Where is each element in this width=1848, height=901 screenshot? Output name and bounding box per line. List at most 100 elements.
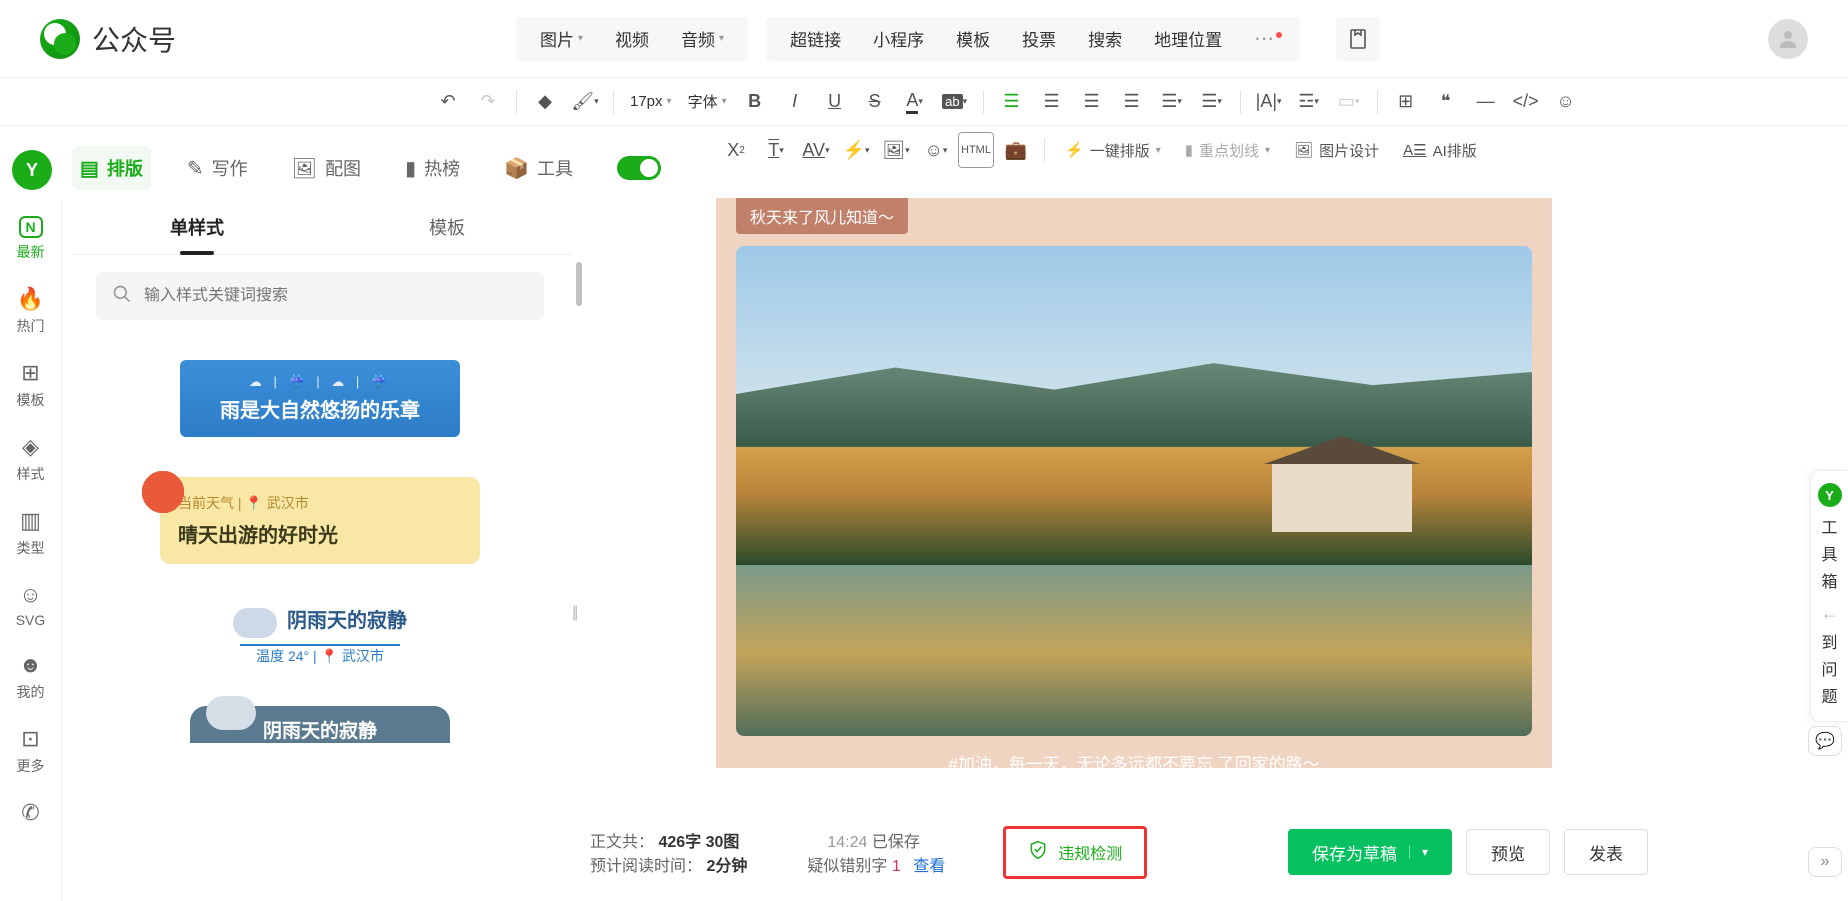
font-size-select[interactable]: 17px▾ bbox=[624, 93, 678, 110]
collapse-icon[interactable]: » bbox=[1808, 847, 1842, 877]
rail-svg[interactable]: ☺SVG bbox=[0, 570, 62, 640]
emoji2-icon[interactable]: ☺▾ bbox=[918, 132, 954, 168]
subtab-template[interactable]: 模板 bbox=[322, 200, 572, 254]
style-card-rainy1[interactable]: 阴雨天的寂静 温度 24° | 📍 武汉市 bbox=[96, 604, 544, 666]
violation-check[interactable]: 违规检测 bbox=[1003, 826, 1147, 879]
search-input[interactable] bbox=[144, 287, 528, 305]
menu-search[interactable]: 搜索 bbox=[1072, 26, 1138, 51]
format-brush-icon[interactable]: 🖌▾ bbox=[567, 84, 603, 120]
style-subtabs: 单样式 模板 bbox=[72, 200, 572, 255]
menu-vote[interactable]: 投票 bbox=[1006, 26, 1072, 51]
menu-template[interactable]: 模板 bbox=[940, 26, 1006, 51]
subscript-icon[interactable]: X2 bbox=[718, 132, 754, 168]
emoji-icon[interactable]: ☺ bbox=[1548, 84, 1584, 120]
briefcase-icon[interactable]: 💼 bbox=[998, 132, 1034, 168]
tab-layout[interactable]: ▤排版 bbox=[72, 146, 151, 190]
rail-more[interactable]: ⊡更多 bbox=[0, 714, 62, 788]
cloud-icon bbox=[233, 608, 277, 638]
code-icon[interactable]: </> bbox=[1508, 84, 1544, 120]
html-icon[interactable]: HTML bbox=[958, 132, 994, 168]
status-bar: 正文共： 426字 30图 预计阅读时间： 2分钟 14:24 已保存 疑似错别… bbox=[590, 821, 1648, 883]
style-card-sunny[interactable]: 当前天气 | 📍 武汉市 晴天出游的好时光 bbox=[96, 477, 544, 564]
rail-style[interactable]: ◈样式 bbox=[0, 422, 62, 496]
tab-hot[interactable]: ▮热榜 bbox=[397, 155, 468, 181]
document-icon[interactable] bbox=[1336, 17, 1380, 61]
panel-resize-handle[interactable]: || bbox=[572, 604, 576, 622]
menu-audio[interactable]: 音频▾ bbox=[665, 26, 740, 51]
insert-elements-group: 超链接 小程序 模板 投票 搜索 地理位置 ⋯ bbox=[766, 17, 1300, 61]
strikethrough-icon[interactable]: S bbox=[857, 84, 893, 120]
rail-mine[interactable]: ☻我的 bbox=[0, 640, 62, 714]
panel-scrollbar[interactable] bbox=[576, 262, 582, 306]
image-design[interactable]: 🖼图片设计 bbox=[1284, 132, 1389, 168]
editor-canvas[interactable]: 秋天来了风儿知道～ #加油，每一天，无论多远都不要忘 了回家的路～ bbox=[716, 198, 1552, 768]
align-right-icon[interactable]: ☰ bbox=[1074, 84, 1110, 120]
style-search[interactable] bbox=[96, 272, 544, 320]
menu-hyperlink[interactable]: 超链接 bbox=[774, 26, 857, 51]
view-typos-link[interactable]: 查看 bbox=[913, 858, 945, 875]
tab-image[interactable]: 🖼配图 bbox=[284, 155, 369, 181]
rail-template[interactable]: ⊞模板 bbox=[0, 348, 62, 422]
letter-spacing-icon[interactable]: AV▾ bbox=[798, 132, 834, 168]
save-draft-button[interactable]: 保存为草稿▾ bbox=[1288, 829, 1452, 875]
menu-image[interactable]: 图片▾ bbox=[524, 26, 599, 51]
canvas-caption: #加油，每一天，无论多远都不要忘 了回家的路～ bbox=[736, 750, 1532, 775]
menu-more[interactable]: ⋯ bbox=[1238, 26, 1292, 51]
one-click-layout[interactable]: ⚡一键排版▾ bbox=[1055, 132, 1171, 168]
tab-write[interactable]: ✎写作 bbox=[179, 155, 256, 181]
rail-hot[interactable]: 🔥热门 bbox=[0, 274, 62, 348]
line-height-icon[interactable]: |A|▾ bbox=[1251, 84, 1287, 120]
clear-format-icon[interactable]: ◆ bbox=[527, 84, 563, 120]
hr-icon[interactable]: — bbox=[1468, 84, 1504, 120]
style-card-rainy2[interactable]: 阴雨天的寂静 bbox=[96, 706, 544, 743]
table-icon[interactable]: ⊞ bbox=[1388, 84, 1424, 120]
quote-icon[interactable]: ❝ bbox=[1428, 84, 1464, 120]
font-family-select[interactable]: 字体▾ bbox=[682, 91, 733, 112]
right-toolbox[interactable]: Y 工 具 箱 ← 到 问 题 bbox=[1810, 470, 1848, 722]
align-justify-icon[interactable]: ☰ bbox=[1114, 84, 1150, 120]
underline-icon[interactable]: U bbox=[817, 84, 853, 120]
align-center-icon[interactable]: ☰ bbox=[1034, 84, 1070, 120]
typo-info: 14:24 已保存 疑似错别字 1 查看 bbox=[807, 828, 945, 876]
shield-icon bbox=[1028, 839, 1048, 866]
chat-icon[interactable]: 💬 bbox=[1808, 726, 1842, 756]
text-height-icon[interactable]: T▾ bbox=[758, 132, 794, 168]
tab-tool[interactable]: 📦工具 bbox=[496, 155, 581, 181]
special-char-icon[interactable]: ⚡▾ bbox=[838, 132, 874, 168]
divider-icon[interactable]: ▭▾ bbox=[1331, 84, 1367, 120]
indent-left-icon[interactable]: ☰▾ bbox=[1154, 84, 1190, 120]
preview-button[interactable]: 预览 bbox=[1466, 829, 1550, 875]
bold-icon[interactable]: B bbox=[737, 84, 773, 120]
list-icon[interactable]: ☲▾ bbox=[1291, 84, 1327, 120]
sun-icon bbox=[138, 467, 188, 517]
rail-support[interactable]: ✆ bbox=[0, 788, 62, 838]
search-icon bbox=[112, 284, 132, 309]
font-color-icon[interactable]: A▾ bbox=[897, 84, 933, 120]
undo-icon[interactable]: ↶ bbox=[430, 84, 466, 120]
word-count: 正文共： 426字 30图 预计阅读时间： 2分钟 bbox=[590, 828, 747, 876]
arrow-left-icon: ← bbox=[1821, 603, 1839, 624]
app-header: 公众号 图片▾ 视频 音频▾ 超链接 小程序 模板 投票 搜索 地理位置 ⋯ bbox=[0, 0, 1848, 78]
app-badge-icon: Y bbox=[12, 150, 52, 190]
key-underline[interactable]: ▮重点划线▾ bbox=[1175, 132, 1280, 168]
highlight-icon[interactable]: ab▾ bbox=[937, 84, 973, 120]
indent-right-icon[interactable]: ☰▾ bbox=[1194, 84, 1230, 120]
user-avatar[interactable] bbox=[1768, 19, 1808, 59]
ai-layout[interactable]: A☰AI排版 bbox=[1393, 132, 1487, 168]
style-cards: ☁ | ☔ | ☁ | ☔ 雨是大自然悠扬的乐章 当前天气 | 📍 武汉市 晴天… bbox=[96, 360, 544, 881]
redo-icon[interactable]: ↷ bbox=[470, 84, 506, 120]
rail-latest[interactable]: N最新 bbox=[0, 204, 62, 274]
italic-icon[interactable]: I bbox=[777, 84, 813, 120]
align-left-icon[interactable]: ☰ bbox=[994, 84, 1030, 120]
menu-miniprogram[interactable]: 小程序 bbox=[857, 26, 940, 51]
menu-video[interactable]: 视频 bbox=[599, 26, 665, 51]
menu-location[interactable]: 地理位置 bbox=[1138, 26, 1238, 51]
format-toolbar: ↶ ↷ ◆ 🖌▾ 17px▾ 字体▾ B I U S A▾ ab▾ ☰ ☰ ☰ … bbox=[0, 78, 1848, 126]
publish-button[interactable]: 发表 bbox=[1564, 829, 1648, 875]
style-card-rain[interactable]: ☁ | ☔ | ☁ | ☔ 雨是大自然悠扬的乐章 bbox=[96, 360, 544, 437]
mode-toggle[interactable] bbox=[617, 156, 661, 180]
image-insert-icon[interactable]: 🖼▾ bbox=[878, 132, 914, 168]
left-rail: N最新 🔥热门 ⊞模板 ◈样式 ▥类型 ☺SVG ☻我的 ⊡更多 ✆ bbox=[0, 200, 62, 901]
subtab-single[interactable]: 单样式 bbox=[72, 200, 322, 254]
rail-type[interactable]: ▥类型 bbox=[0, 496, 62, 570]
